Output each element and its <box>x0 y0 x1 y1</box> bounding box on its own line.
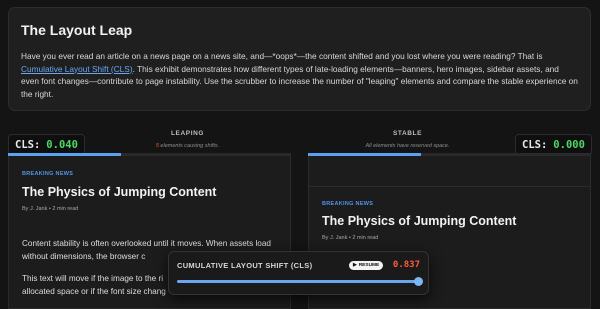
stable-reserved-banner-divider <box>309 186 590 187</box>
stable-tag: BREAKING NEWS <box>322 201 374 207</box>
cls-scrubber-panel: CUMULATIVE LAYOUT SHIFT (CLS) ▶ RESUME 0… <box>168 251 429 295</box>
intro-text: Have you ever read an article on a news … <box>21 50 578 100</box>
leaping-subtitle: 5 elements causing shifts. <box>90 143 285 149</box>
stable-header: STABLE All elements have reserved space. <box>310 130 505 149</box>
leaping-title: LEAPING <box>170 130 205 137</box>
stable-headline: The Physics of Jumping Content <box>322 214 517 228</box>
play-icon: ▶ <box>353 263 357 268</box>
leaping-header: LEAPING 5 elements causing shifts. <box>90 130 285 149</box>
page-title: The Layout Leap <box>21 22 133 38</box>
stable-title: STABLE <box>392 130 423 137</box>
scrubber-thumb[interactable] <box>414 277 424 286</box>
stable-cls-value: 0.000 <box>553 139 585 151</box>
leaping-subtitle-text: elements causing shifts. <box>158 143 220 149</box>
scrubber-label: CUMULATIVE LAYOUT SHIFT (CLS) <box>177 261 313 270</box>
stable-byline: By J. Jank • 2 min read <box>322 235 379 241</box>
leaping-tag: BREAKING NEWS <box>22 171 74 177</box>
resume-label: RESUME <box>358 263 380 268</box>
scrubber-fill <box>177 280 419 283</box>
leaping-paragraph-2: This text will move if the image to the … <box>22 274 166 296</box>
stable-cls-label: CLS: <box>522 139 548 151</box>
intro-panel: The Layout Leap Have you ever read an ar… <box>8 7 591 111</box>
leaping-cls-label: CLS: <box>15 139 41 151</box>
cls-link[interactable]: Cumulative Layout Shift (CLS) <box>21 64 133 74</box>
leaping-byline: By J. Jank • 2 min read <box>22 206 79 212</box>
scrubber-score: 0.837 <box>392 260 420 270</box>
scrubber-slider[interactable] <box>177 277 424 286</box>
resume-button[interactable]: ▶ RESUME <box>349 261 384 270</box>
leaping-headline: The Physics of Jumping Content <box>22 185 217 199</box>
leaping-cls-value: 0.040 <box>46 139 78 151</box>
stable-subtitle: All elements have reserved space. <box>365 143 450 149</box>
intro-text-before: Have you ever read an article on a news … <box>21 51 543 61</box>
